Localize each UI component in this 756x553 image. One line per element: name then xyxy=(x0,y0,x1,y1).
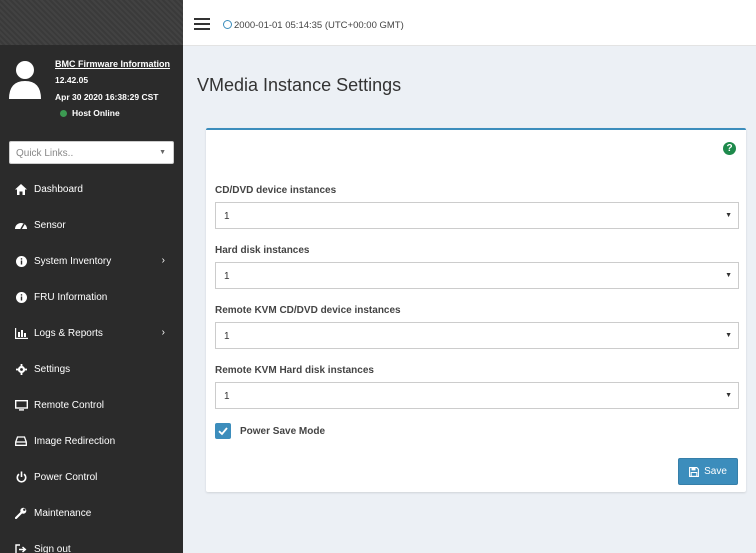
tachometer-icon xyxy=(14,219,28,231)
chevron-right-icon: › xyxy=(161,255,165,266)
select-value: 1 xyxy=(224,211,230,222)
sidebar-item-remote-control[interactable]: Remote Control xyxy=(0,387,183,423)
sidebar-item-sensor[interactable]: Sensor xyxy=(0,207,183,243)
cd-dvd-instances-label: CD/DVD device instances xyxy=(215,185,337,196)
select-value: 1 xyxy=(224,391,230,402)
monitor-icon xyxy=(14,399,28,411)
cd-dvd-instances-select[interactable]: 1 ▼ xyxy=(215,202,739,229)
caret-down-icon: ▼ xyxy=(725,212,732,219)
firmware-version: 12.42.05 xyxy=(55,75,89,85)
caret-down-icon: ▼ xyxy=(725,392,732,399)
sidebar-item-sign-out[interactable]: Sign out xyxy=(0,531,183,553)
caret-down-icon: ▼ xyxy=(725,272,732,279)
info-icon xyxy=(14,291,28,303)
sidebar-item-system-inventory[interactable]: System Inventory › xyxy=(0,243,183,279)
user-panel: BMC Firmware Information 12.42.05 Apr 30… xyxy=(0,46,183,128)
menu-toggle-icon[interactable] xyxy=(194,18,210,30)
sidebar-item-label: Dashboard xyxy=(34,183,83,195)
quick-links-placeholder: Quick Links.. xyxy=(16,148,74,159)
sidebar-item-label: Remote Control xyxy=(34,399,105,411)
kvm-hard-disk-instances-select[interactable]: 1 ▼ xyxy=(215,382,739,409)
sidebar: BMC Firmware Information 12.42.05 Apr 30… xyxy=(0,0,183,553)
sidebar-item-settings[interactable]: Settings xyxy=(0,351,183,387)
host-status: Host Online xyxy=(60,108,120,118)
sidebar-item-label: Maintenance xyxy=(34,507,92,519)
sidebar-item-dashboard[interactable]: Dashboard xyxy=(0,171,183,207)
wrench-icon xyxy=(14,507,28,519)
hard-disk-instances-select[interactable]: 1 ▼ xyxy=(215,262,739,289)
clock-icon xyxy=(223,20,232,29)
kvm-cd-dvd-instances-select[interactable]: 1 ▼ xyxy=(215,322,739,349)
info-icon xyxy=(14,255,28,267)
save-button-label: Save xyxy=(704,466,727,477)
sidebar-item-label: Logs & Reports xyxy=(34,327,103,339)
sidebar-item-maintenance[interactable]: Maintenance xyxy=(0,495,183,531)
server-clock: 2000-01-01 05:14:35 (UTC+00:00 GMT) xyxy=(223,20,404,31)
power-save-checkbox[interactable] xyxy=(215,423,231,439)
sidebar-item-logs-reports[interactable]: Logs & Reports › xyxy=(0,315,183,351)
user-avatar-icon xyxy=(8,59,42,99)
hard-disk-instances-label: Hard disk instances xyxy=(215,245,310,256)
sidebar-item-label: FRU Information xyxy=(34,291,108,303)
select-value: 1 xyxy=(224,331,230,342)
sidebar-item-fru-information[interactable]: FRU Information xyxy=(0,279,183,315)
page-title: VMedia Instance Settings xyxy=(197,75,402,95)
status-dot-icon xyxy=(60,110,67,117)
check-icon xyxy=(218,427,228,436)
power-icon xyxy=(14,471,28,483)
settings-card: ? CD/DVD device instances 1 ▼ Hard disk … xyxy=(206,128,746,492)
sidebar-item-label: Image Redirection xyxy=(34,435,116,447)
sidebar-nav: Dashboard Sensor System Inventory › FRU … xyxy=(0,171,183,553)
sidebar-header xyxy=(0,0,183,45)
bar-chart-icon xyxy=(14,327,28,339)
caret-down-icon: ▼ xyxy=(159,149,166,156)
sidebar-item-label: Sign out xyxy=(34,543,71,553)
floppy-disk-icon xyxy=(689,466,700,477)
caret-down-icon: ▼ xyxy=(725,332,732,339)
kvm-cd-dvd-instances-label: Remote KVM CD/DVD device instances xyxy=(215,305,401,316)
home-icon xyxy=(14,183,28,195)
firmware-build-date: Apr 30 2020 16:38:29 CST xyxy=(55,92,159,102)
sidebar-item-label: Settings xyxy=(34,363,71,375)
sidebar-item-label: Power Control xyxy=(34,471,98,483)
host-status-text: Host Online xyxy=(72,108,120,118)
help-icon[interactable]: ? xyxy=(723,142,736,155)
sidebar-item-image-redirection[interactable]: Image Redirection xyxy=(0,423,183,459)
datetime-text: 2000-01-01 05:14:35 (UTC+00:00 GMT) xyxy=(234,20,404,31)
top-header: 2000-01-01 05:14:35 (UTC+00:00 GMT) xyxy=(183,0,756,46)
sidebar-item-power-control[interactable]: Power Control xyxy=(0,459,183,495)
save-button[interactable]: Save xyxy=(678,458,738,485)
firmware-info-link[interactable]: BMC Firmware Information xyxy=(55,59,170,69)
drive-icon xyxy=(14,435,28,447)
sidebar-item-label: System Inventory xyxy=(34,255,112,267)
quick-links-select[interactable]: Quick Links.. ▼ xyxy=(9,141,174,164)
gear-icon xyxy=(14,363,28,375)
sign-out-icon xyxy=(14,543,28,553)
kvm-hard-disk-instances-label: Remote KVM Hard disk instances xyxy=(215,365,374,376)
power-save-label: Power Save Mode xyxy=(240,426,326,437)
chevron-right-icon: › xyxy=(161,327,165,338)
sidebar-item-label: Sensor xyxy=(34,219,66,231)
select-value: 1 xyxy=(224,271,230,282)
